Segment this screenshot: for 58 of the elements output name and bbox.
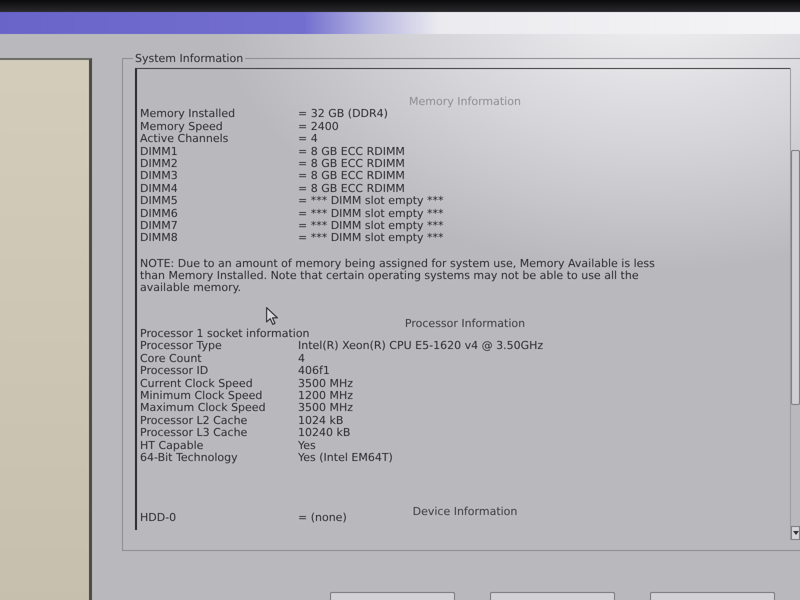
field-label: DIMM8	[140, 232, 178, 245]
field-label: HDD-0	[140, 512, 176, 525]
memory-note: NOTE: Due to an amount of memory being assigned for system use, Memory Available is less than Memory Installed. Note that certain operating systems may not be able to use all the available memory.	[140, 258, 656, 294]
field-value: = (none)	[298, 512, 347, 525]
field-label: DIMM6	[140, 208, 178, 220]
field-value: = *** DIMM slot empty ***	[298, 232, 444, 245]
field-value: 3500 MHz	[298, 402, 354, 415]
field-label: DIMM5	[140, 195, 178, 208]
field-label: Memory Speed	[140, 120, 223, 134]
scrollbar[interactable]	[790, 68, 800, 540]
dialog-button[interactable]	[330, 592, 455, 600]
field-value: = 8 GB ECC RDIMM	[298, 158, 405, 170]
field-value: 1024 kB	[298, 414, 344, 428]
field-label: Active Channels	[140, 133, 228, 146]
field-label: Processor L2 Cache	[140, 414, 248, 428]
field-label: Memory Installed	[140, 108, 236, 121]
field-value: Yes	[298, 440, 316, 452]
field-label: DIMM7	[140, 220, 178, 232]
field-label: 64-Bit Technology	[140, 452, 238, 464]
field-label: DIMM2	[140, 158, 178, 170]
field-label: DIMM4	[140, 182, 178, 196]
caret-down-icon	[792, 531, 798, 535]
dialog-button[interactable]	[650, 592, 775, 600]
field-value: 4	[298, 352, 305, 366]
field-value: 10240 kB	[298, 427, 350, 440]
field-label: Core Count	[140, 352, 202, 366]
field-value: = 8 GB ECC RDIMM	[298, 146, 405, 158]
field-value: Intel(R) Xeon(R) CPU E5-1620 v4 @ 3.50GHz	[298, 340, 544, 353]
field-value: 406f1	[298, 365, 330, 378]
field-label: Maximum Clock Speed	[140, 402, 266, 415]
field-value: 3500 MHz	[298, 378, 354, 390]
section-heading: Device Information	[412, 506, 518, 519]
field-label: Processor Type	[140, 340, 222, 353]
field-label: DIMM3	[140, 170, 178, 183]
field-value: = 8 GB ECC RDIMM	[298, 170, 405, 183]
field-value: = 32 GB (DDR4)	[298, 108, 388, 121]
field-label: Processor L3 Cache	[140, 427, 248, 440]
mouse-pointer-icon	[266, 307, 278, 325]
field-value: = *** DIMM slot empty ***	[298, 220, 444, 232]
field-label: Minimum Clock Speed	[140, 390, 262, 402]
field-value: Yes (Intel EM64T)	[298, 452, 393, 464]
field-value: = *** DIMM slot empty ***	[298, 195, 444, 208]
group-title: System Information	[134, 52, 244, 65]
field-label: Current Clock Speed	[140, 378, 253, 390]
field-value: = 4	[298, 133, 318, 146]
scrollbar-thumb[interactable]	[791, 150, 800, 405]
field-label: Processor ID	[140, 365, 208, 378]
dialog-button[interactable]	[490, 592, 615, 600]
subsection-label: Processor 1 socket information	[140, 328, 310, 340]
field-value: = *** DIMM slot empty ***	[298, 208, 444, 220]
field-label: HT Capable	[140, 440, 204, 452]
field-value: = 2400	[298, 120, 339, 134]
field-value: 1200 MHz	[298, 390, 354, 402]
scroll-down-button[interactable]	[791, 526, 800, 540]
field-value: = 8 GB ECC RDIMM	[298, 182, 405, 196]
section-heading: Memory Information	[409, 96, 521, 108]
field-label: DIMM1	[140, 146, 178, 158]
section-heading: Processor Information	[404, 318, 526, 330]
